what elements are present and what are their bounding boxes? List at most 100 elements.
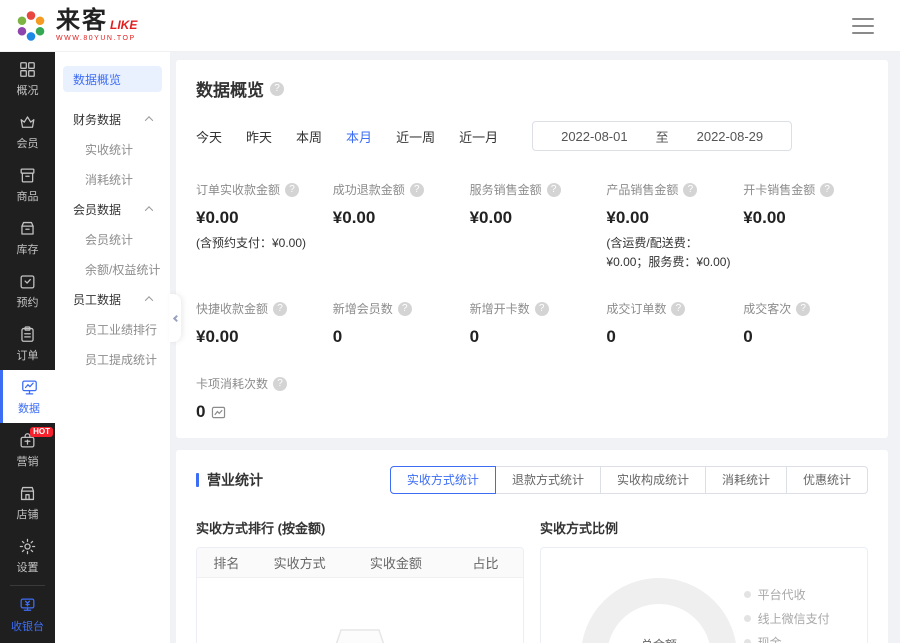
stat-value: ¥0.00	[743, 208, 868, 228]
submenu-group-label: 会员数据	[73, 201, 121, 218]
legend-item[interactable]: 现金	[744, 634, 843, 643]
stats-grid: 订单实收款金额? ¥0.00 (含预约支付：¥0.00) 成功退款金额? ¥0.…	[196, 181, 868, 422]
submenu-item-member-stats[interactable]: 会员统计	[63, 224, 162, 254]
sidebar-item-members[interactable]: 会员	[0, 105, 55, 158]
stat-label: 订单实收款金额	[196, 181, 280, 198]
stat-label: 成交客次	[743, 300, 791, 317]
submenu-item-label: 会员统计	[85, 231, 133, 248]
help-icon[interactable]: ?	[273, 302, 287, 316]
submenu-item-consume-stats[interactable]: 消耗统计	[63, 164, 162, 194]
stat-label: 快捷收款金额	[196, 300, 268, 317]
filter-last-month[interactable]: 近一月	[459, 127, 498, 146]
tab-income-composition-stats[interactable]: 实收构成统计	[600, 466, 706, 494]
sidebar-item-marketing[interactable]: HOT 营销	[0, 423, 55, 476]
payment-rank-panel: 实收方式排行 (按金额) 排名 实收方式 实收金额 占比	[196, 518, 524, 643]
stat-refund: 成功退款金额? ¥0.00	[333, 181, 458, 272]
submenu-item-label: 消耗统计	[85, 171, 133, 188]
help-icon[interactable]: ?	[398, 302, 412, 316]
date-end[interactable]: 2022-08-29	[669, 129, 792, 144]
sidebar-item-overview[interactable]: 概况	[0, 52, 55, 105]
tab-payment-method-stats[interactable]: 实收方式统计	[390, 466, 496, 494]
stat-value: ¥0.00	[606, 208, 731, 228]
stat-new-cards: 新增开卡数? 0	[470, 300, 595, 347]
sidebar-item-shop[interactable]: 店铺	[0, 476, 55, 529]
stat-card-sales: 开卡销售金额? ¥0.00	[743, 181, 868, 272]
stat-label: 卡项消耗次数	[196, 375, 268, 392]
help-icon[interactable]: ?	[535, 302, 549, 316]
stat-note: (含预约支付：¥0.00)	[196, 234, 321, 253]
help-icon[interactable]: ?	[285, 183, 299, 197]
submenu-item-staff-commission[interactable]: 员工提成统计	[63, 344, 162, 374]
submenu-item-staff-rank[interactable]: 员工业绩排行	[63, 314, 162, 344]
filter-yesterday[interactable]: 昨天	[246, 127, 272, 146]
date-start[interactable]: 2022-08-01	[533, 129, 656, 144]
report-detail-icon[interactable]	[211, 406, 226, 419]
package-icon	[18, 166, 37, 185]
business-stats-card: 营业统计 实收方式统计 退款方式统计 实收构成统计 消耗统计 优惠统计 实收方式…	[176, 450, 888, 643]
donut-chart: 总金额 ¥0.00	[581, 578, 737, 643]
stat-customer-visits: 成交客次? 0	[743, 300, 868, 347]
filter-last-week[interactable]: 近一周	[396, 127, 435, 146]
tab-consume-stats[interactable]: 消耗统计	[705, 466, 787, 494]
chevron-up-icon	[145, 296, 153, 304]
sidebar-item-settings[interactable]: 设置	[0, 529, 55, 582]
column-method: 实收方式	[256, 553, 344, 572]
submenu-item-label: 员工提成统计	[85, 351, 157, 368]
help-icon[interactable]: ?	[270, 82, 284, 96]
sidebar-item-label: 订单	[17, 347, 39, 363]
chart-legend: 平台代收 线上微信支付 现金 其他 微信（记账） 支付宝（记账） POS机（记账…	[744, 586, 843, 643]
sidebar-item-inventory[interactable]: 库存	[0, 211, 55, 264]
rank-panel-title: 实收方式排行 (按金额)	[196, 518, 524, 537]
logo-brand-text: 来客	[56, 9, 108, 33]
legend-dot	[744, 615, 751, 622]
sidebar-item-cashier[interactable]: 收银台	[0, 586, 55, 643]
stat-value: 0	[606, 327, 731, 347]
hamburger-menu-icon[interactable]	[852, 18, 874, 34]
sidebar-item-orders[interactable]: 订单	[0, 317, 55, 370]
help-icon[interactable]: ?	[410, 183, 424, 197]
legend-item[interactable]: 线上微信支付	[744, 610, 843, 627]
filter-this-month[interactable]: 本月	[346, 127, 372, 146]
sidebar-item-products[interactable]: 商品	[0, 158, 55, 211]
submenu-group-finance[interactable]: 财务数据	[63, 104, 162, 134]
sidebar-item-booking[interactable]: 预约	[0, 264, 55, 317]
filter-this-week[interactable]: 本周	[296, 127, 322, 146]
filter-today[interactable]: 今天	[196, 127, 222, 146]
logo-like-text: LIKE	[110, 19, 137, 31]
submenu-item-data-overview[interactable]: 数据概览	[63, 66, 162, 92]
submenu-group-member[interactable]: 会员数据	[63, 194, 162, 224]
sidebar-item-label: 商品	[17, 188, 39, 204]
date-range-picker[interactable]: 2022-08-01 至 2022-08-29	[532, 121, 792, 151]
sidebar-item-label: 设置	[17, 559, 39, 575]
stat-value: 0	[470, 327, 595, 347]
donut-center-label: 总金额	[641, 636, 677, 643]
submenu-group-staff[interactable]: 员工数据	[63, 284, 162, 314]
help-icon[interactable]: ?	[796, 302, 810, 316]
legend-item[interactable]: 平台代收	[744, 586, 843, 603]
crown-icon	[18, 113, 37, 132]
help-icon[interactable]: ?	[273, 377, 287, 391]
submenu-item-balance-stats[interactable]: 余额/权益统计	[63, 254, 162, 284]
stat-label: 新增会员数	[333, 300, 393, 317]
chevron-up-icon	[145, 206, 153, 214]
stat-order-income: 订单实收款金额? ¥0.00 (含预约支付：¥0.00)	[196, 181, 321, 272]
help-icon[interactable]: ?	[820, 183, 834, 197]
stat-label: 开卡销售金额	[743, 181, 815, 198]
help-icon[interactable]: ?	[683, 183, 697, 197]
payment-ratio-panel: 实收方式比例 总金额 ¥0.00 平台代收	[540, 518, 868, 643]
archive-box-icon	[18, 219, 37, 238]
grid-icon	[18, 60, 37, 79]
data-overview-card: 数据概览 ? 今天 昨天 本周 本月 近一周 近一月 2022-08-01 至 …	[176, 60, 888, 438]
tab-refund-method-stats[interactable]: 退款方式统计	[495, 466, 601, 494]
tab-discount-stats[interactable]: 优惠统计	[786, 466, 868, 494]
stat-new-members: 新增会员数? 0	[333, 300, 458, 347]
stat-value: 0	[743, 327, 868, 347]
sidebar-item-label: 预约	[17, 294, 39, 310]
help-icon[interactable]: ?	[547, 183, 561, 197]
sidebar-item-data[interactable]: 数据	[0, 370, 55, 423]
help-icon[interactable]: ?	[671, 302, 685, 316]
submenu-item-income-stats[interactable]: 实收统计	[63, 134, 162, 164]
stat-value: 0	[196, 402, 205, 422]
stat-label: 成交订单数	[606, 300, 666, 317]
sidebar-collapse-handle[interactable]	[169, 294, 181, 342]
